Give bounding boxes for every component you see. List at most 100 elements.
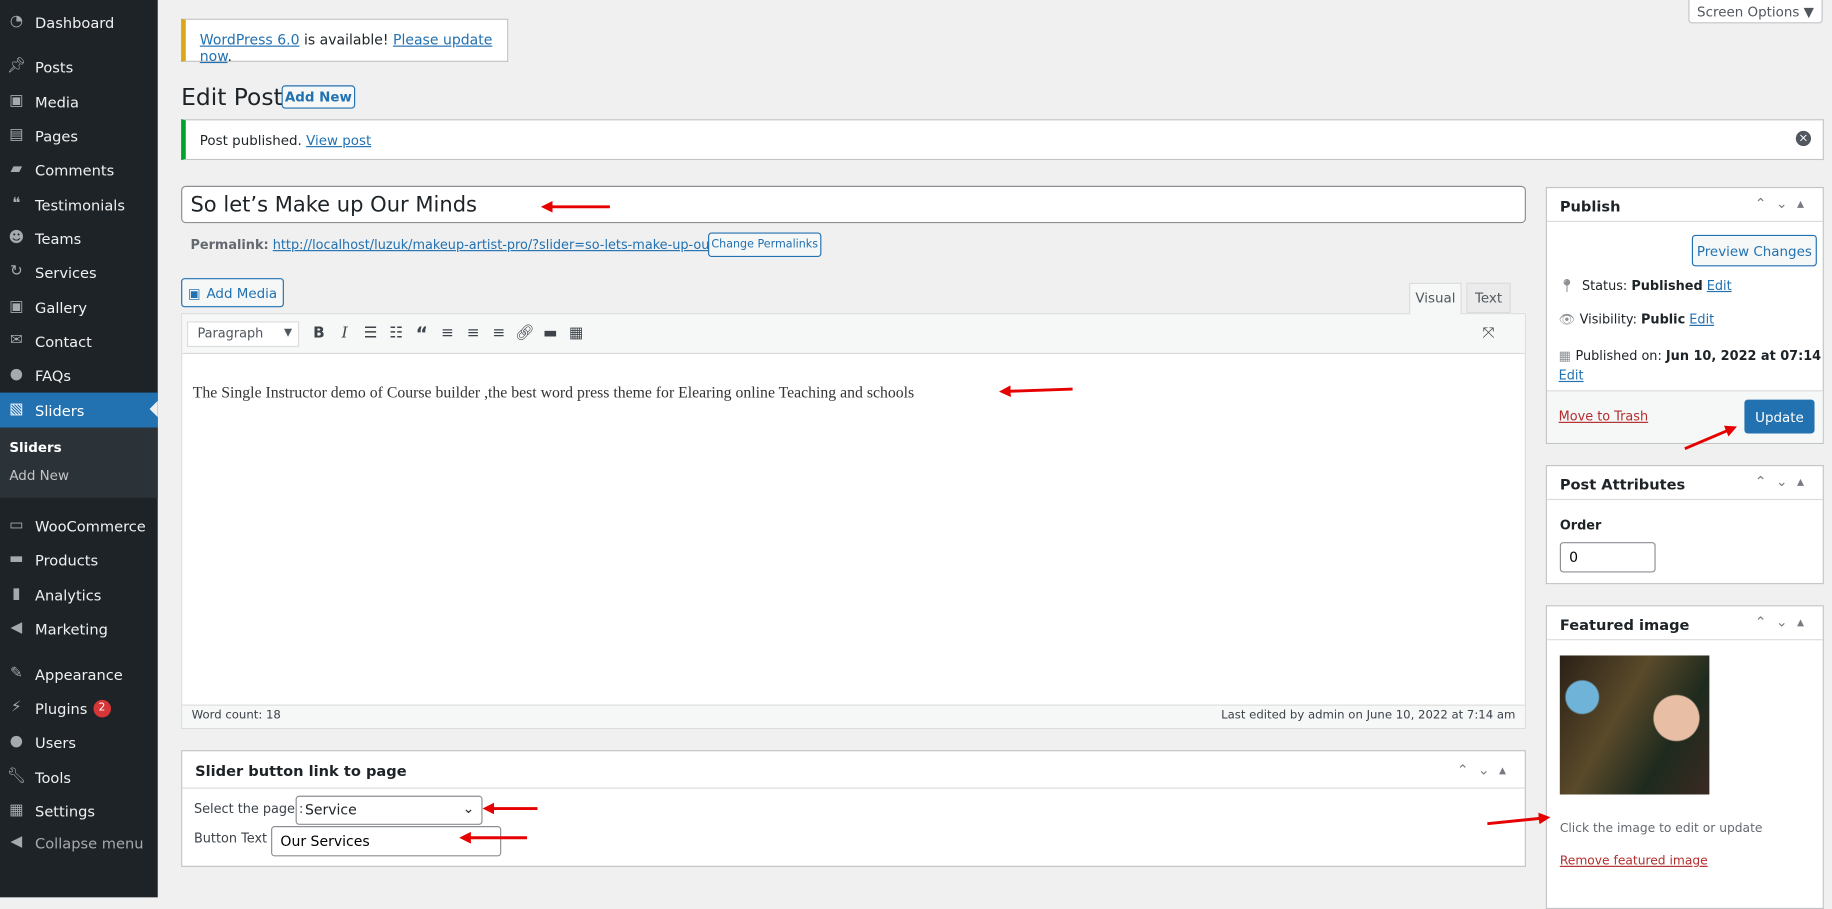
read-more-icon[interactable]: ▬: [537, 325, 563, 343]
sidebar-item-analytics[interactable]: ▮ Analytics: [0, 578, 158, 611]
align-center-icon[interactable]: ≡: [460, 325, 486, 343]
edit-visibility-link[interactable]: Edit: [1689, 312, 1714, 327]
media-icon: ▣: [9, 92, 24, 110]
sidebar-item-gallery[interactable]: ▣ Gallery: [0, 291, 158, 324]
box-controls[interactable]: ⌃⌄▴: [1755, 613, 1814, 629]
submenu-sliders[interactable]: Sliders: [9, 439, 61, 455]
visibility-label: Visibility:: [1579, 311, 1641, 328]
sidebar-item-posts[interactable]: 📌︎ Posts: [0, 50, 158, 83]
link-icon[interactable]: 🔗︎: [512, 325, 538, 343]
status-row: 📍︎ Status: Published Edit: [1559, 278, 1732, 293]
sidebar-item-label: Contact: [35, 332, 92, 350]
success-text: Post published.: [199, 132, 307, 149]
sidebar-item-label: Plugins: [35, 699, 88, 717]
remove-featured-image-link[interactable]: Remove featured image: [1560, 854, 1708, 868]
numbered-list-icon[interactable]: ☷: [383, 325, 409, 343]
update-count-badge: 2: [93, 699, 111, 717]
brush-icon: ✎: [9, 664, 23, 683]
sidebar-item-marketing[interactable]: ◀ Marketing: [0, 612, 158, 645]
editor-content[interactable]: The Single Instructor demo of Course bui…: [193, 383, 914, 402]
change-permalinks-button[interactable]: Change Permalinks: [708, 232, 822, 258]
submenu-add-new[interactable]: Add New: [9, 467, 69, 483]
sidebar-item-plugins[interactable]: ⚡︎ Plugins 2: [0, 692, 158, 725]
add-media-button[interactable]: ▣ Add Media: [181, 278, 284, 308]
fullscreen-icon[interactable]: ⤧: [1476, 325, 1502, 343]
groups-icon: ☻: [8, 229, 25, 247]
format-select[interactable]: Paragraph ▼: [186, 320, 300, 347]
sliders-submenu: Sliders Add New: [0, 427, 158, 498]
bullet-list-icon[interactable]: ☰: [358, 325, 384, 343]
box-controls[interactable]: ⌃⌄▴: [1755, 473, 1814, 489]
box-controls[interactable]: ⌃⌄▴: [1755, 195, 1814, 211]
order-input[interactable]: [1559, 542, 1656, 573]
permalink-url[interactable]: http://localhost/luzuk/makeup-artist-pro…: [273, 237, 758, 252]
update-icon: ↻: [9, 262, 23, 281]
sidebar-item-collapse-menu[interactable]: ◀ Collapse menu: [0, 826, 158, 859]
preview-changes-button[interactable]: Preview Changes: [1691, 234, 1817, 267]
sidebar-item-testimonials[interactable]: ❝ Testimonials: [0, 188, 158, 221]
dismiss-icon[interactable]: ×: [1795, 130, 1812, 147]
add-new-button[interactable]: Add New: [281, 85, 356, 109]
word-count: Word count: 18: [191, 709, 281, 723]
button-text-input[interactable]: [271, 826, 502, 857]
sidebar-item-label: Sliders: [35, 401, 85, 419]
sidebar-item-tools[interactable]: 🔧︎ Tools: [0, 761, 158, 794]
toolbar-toggle-icon[interactable]: ▦: [563, 325, 589, 343]
sidebar-item-label: Products: [35, 550, 99, 569]
sidebar-item-services[interactable]: ↻ Services: [0, 256, 158, 289]
archive-icon: ▬: [9, 550, 24, 568]
sidebar-item-contact[interactable]: ✉ Contact: [0, 325, 158, 358]
align-left-icon[interactable]: ≡: [435, 325, 461, 343]
sidebar-item-settings[interactable]: ▦ Settings: [0, 795, 158, 828]
pin-icon: 📌︎: [7, 57, 27, 75]
sidebar-item-faqs[interactable]: ● FAQs: [0, 359, 158, 392]
screen-options-button[interactable]: Screen Options ▼: [1688, 0, 1823, 24]
sidebar-item-label: FAQs: [35, 366, 71, 384]
editor-status-bar: Word count: 18 Last edited by admin on J…: [182, 704, 1525, 728]
dashboard-icon: ◔: [9, 12, 23, 31]
order-label: Order: [1559, 517, 1602, 533]
megaphone-icon: ◀: [10, 619, 23, 637]
update-button[interactable]: Update: [1744, 399, 1815, 434]
view-post-link[interactable]: View post: [306, 132, 371, 148]
page-select[interactable]: Service ⌄: [295, 795, 483, 825]
woo-icon: ▭: [9, 516, 24, 534]
sidebar-item-label: Appearance: [35, 665, 123, 683]
featured-image-thumbnail[interactable]: [1559, 655, 1710, 795]
sidebar-item-media[interactable]: ▣ Media: [0, 85, 158, 118]
chevron-down-icon: ⌄: [462, 800, 475, 817]
slides-icon: ▧: [9, 400, 24, 419]
edit-status-link[interactable]: Edit: [1707, 278, 1732, 293]
tab-text[interactable]: Text: [1466, 282, 1511, 314]
sidebar-item-dashboard[interactable]: ◔ Dashboard: [0, 6, 158, 39]
post-attributes-box: Post Attributes ⌃⌄▴ Order: [1545, 465, 1824, 585]
sidebar-item-appearance[interactable]: ✎ Appearance: [0, 658, 158, 691]
sidebar-item-sliders[interactable]: ▧ Sliders: [0, 392, 158, 428]
sidebar-item-pages[interactable]: ▤ Pages: [0, 119, 158, 152]
italic-icon[interactable]: I: [332, 325, 358, 343]
post-title-input[interactable]: [181, 185, 1526, 224]
sidebar-item-label: Analytics: [35, 585, 102, 604]
tab-visual[interactable]: Visual: [1409, 282, 1462, 315]
sidebar-item-woocommerce[interactable]: ▭ WooCommerce: [0, 509, 158, 542]
plugin-icon: ⚡︎: [11, 698, 22, 717]
sidebar-item-label: Pages: [35, 126, 79, 145]
blockquote-icon[interactable]: “: [409, 322, 435, 344]
edit-date-link[interactable]: Edit: [1559, 368, 1584, 383]
sidebar-item-users[interactable]: ● Users: [0, 726, 158, 759]
sidebar-item-label: Users: [35, 733, 76, 751]
email-icon: ✉: [9, 331, 23, 350]
sidebar-item-label: Teams: [35, 229, 82, 248]
sidebar-item-comments[interactable]: ▰ Comments: [0, 153, 158, 186]
visibility-value: Public: [1640, 311, 1686, 328]
box-controls[interactable]: ⌃⌄▴: [1457, 762, 1516, 778]
sidebar-item-label: WooCommerce: [35, 517, 146, 535]
bold-icon[interactable]: B: [306, 325, 332, 343]
settings-icon: ▦: [9, 801, 24, 820]
move-to-trash-link[interactable]: Move to Trash: [1559, 409, 1649, 424]
wordpress-version-link[interactable]: WordPress 6.0: [200, 32, 300, 48]
sidebar-item-products[interactable]: ▬ Products: [0, 543, 158, 576]
notice-text: is available!: [299, 31, 393, 48]
sidebar-item-teams[interactable]: ☻ Teams: [0, 222, 158, 255]
align-right-icon[interactable]: ≡: [486, 325, 512, 343]
